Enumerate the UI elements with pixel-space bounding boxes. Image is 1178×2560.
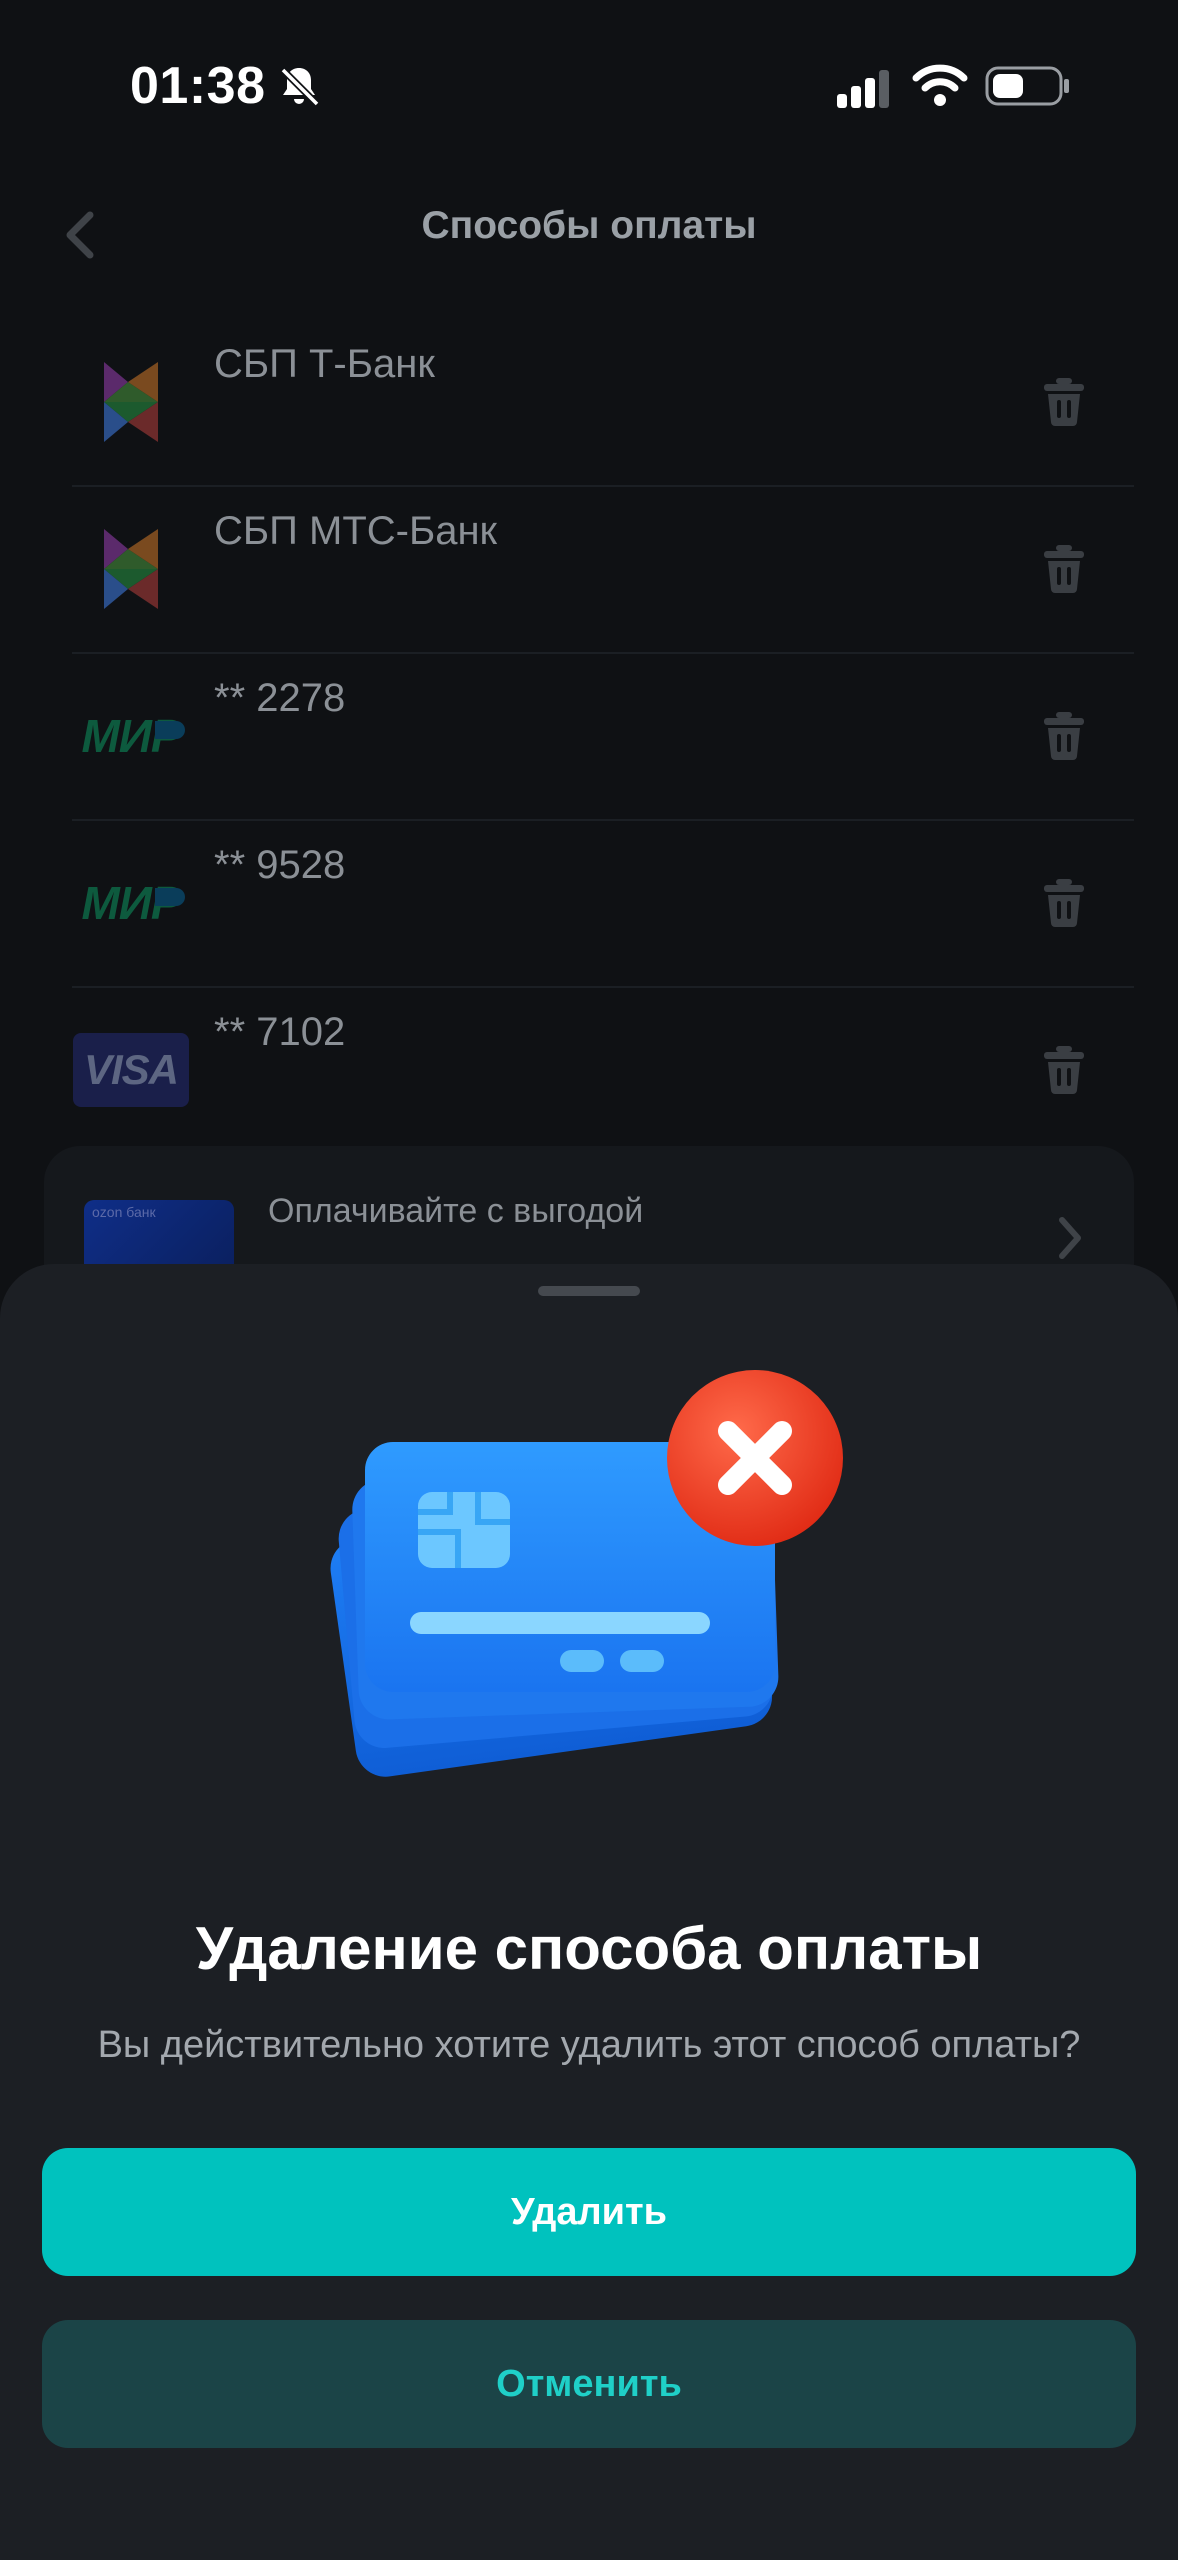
sbp-logo bbox=[72, 529, 190, 609]
delete-confirmation-sheet: Удаление способа оплаты Вы действительно… bbox=[0, 1264, 1178, 2560]
payment-method-sbp-mts[interactable]: СБП МТС-Банк bbox=[72, 487, 1134, 654]
payment-method-card-2278[interactable]: МИР ** 2278 bbox=[72, 654, 1134, 821]
cancel-button[interactable]: Отменить bbox=[42, 2320, 1136, 2448]
trash-icon[interactable] bbox=[1042, 543, 1086, 593]
chevron-right-icon bbox=[1059, 1217, 1081, 1259]
payment-method-sbp-tbank[interactable]: СБП Т-Банк bbox=[72, 320, 1134, 487]
delete-button[interactable]: Удалить bbox=[42, 2148, 1136, 2276]
payment-method-label: ** 2278 bbox=[214, 676, 346, 720]
mir-logo: МИР bbox=[81, 877, 185, 929]
trash-icon[interactable] bbox=[1042, 710, 1086, 760]
dialog-title: Удаление способа оплаты bbox=[195, 1915, 983, 1982]
payment-method-label: СБП Т-Банк bbox=[214, 342, 435, 386]
status-bar: 01:38 bbox=[0, 0, 1178, 170]
wifi-icon bbox=[912, 64, 968, 106]
trash-icon[interactable] bbox=[1042, 1044, 1086, 1094]
signal-icon bbox=[837, 70, 889, 108]
trash-icon[interactable] bbox=[1042, 877, 1086, 927]
visa-logo: VISA bbox=[72, 1030, 190, 1110]
payment-method-card-9528[interactable]: МИР ** 9528 bbox=[72, 821, 1134, 988]
sbp-logo bbox=[72, 362, 190, 442]
battery-icon bbox=[985, 66, 1069, 106]
promo-label: Оплачивайте с выгодой bbox=[268, 1192, 644, 1230]
payment-method-card-7102[interactable]: VISA ** 7102 bbox=[72, 988, 1134, 1153]
mir-logo: МИР bbox=[81, 710, 185, 762]
status-time: 01:38 bbox=[130, 57, 266, 115]
payment-method-label: ** 9528 bbox=[214, 843, 346, 887]
payment-method-label: ** 7102 bbox=[214, 1010, 346, 1054]
card-delete-illustration bbox=[330, 1370, 843, 1777]
page-title: Способы оплаты bbox=[421, 204, 757, 247]
payment-methods-list: СБП Т-Банк СБП МТС-Банк МИР ** 2278 МИР … bbox=[72, 320, 1134, 1153]
dialog-subtitle: Вы действительно хотите удалить этот спо… bbox=[97, 2024, 1081, 2066]
trash-icon[interactable] bbox=[1042, 376, 1086, 426]
payment-method-label: СБП МТС-Банк bbox=[214, 509, 498, 553]
sheet-grabber[interactable] bbox=[538, 1286, 640, 1296]
bell-muted-icon bbox=[280, 67, 320, 107]
